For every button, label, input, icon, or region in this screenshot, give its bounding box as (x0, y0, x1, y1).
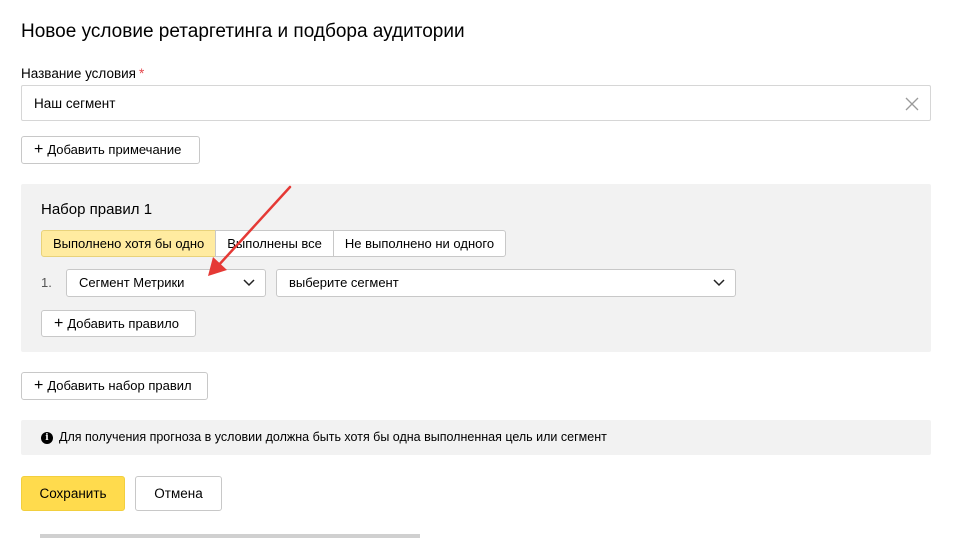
cancel-button[interactable]: Отмена (135, 476, 222, 511)
plus-icon: + (54, 314, 64, 332)
page-title: Новое условие ретаргетинга и подбора ауд… (21, 21, 465, 42)
save-button[interactable]: Сохранить (21, 476, 125, 511)
segment-select[interactable]: выберите сегмент (276, 269, 736, 297)
condition-name-label: Название условия * (21, 66, 144, 82)
add-rule-label: Добавить правило (67, 315, 180, 331)
required-mark: * (139, 66, 145, 81)
plus-icon: + (34, 377, 44, 394)
condition-name-label-text: Название условия (21, 66, 136, 81)
add-rule-button[interactable]: + Добавить правило (41, 310, 196, 337)
chevron-down-icon (713, 279, 725, 287)
annotation-arrow-icon (208, 185, 292, 276)
plus-icon: + (34, 141, 44, 158)
info-text: Для получения прогноза в условии должна … (59, 430, 607, 444)
add-ruleset-label: Добавить набор правил (47, 378, 192, 393)
add-ruleset-button[interactable]: + Добавить набор правил (21, 372, 208, 400)
mode-none[interactable]: Не выполнено ни одного (332, 230, 507, 257)
mode-at-least-one[interactable]: Выполнено хотя бы одно (41, 230, 217, 257)
clear-icon[interactable] (904, 96, 920, 112)
segment-select-placeholder: выберите сегмент (289, 275, 399, 290)
add-note-label: Добавить примечание (47, 142, 182, 157)
ruleset-title: Набор правил 1 (41, 201, 153, 218)
rule-type-value: Сегмент Метрики (79, 275, 185, 290)
add-note-button[interactable]: + Добавить примечание (21, 136, 200, 164)
rule-number: 1. (41, 275, 52, 290)
condition-name-value: Наш сегмент (34, 96, 116, 111)
cutoff-text-decoration (40, 534, 420, 538)
info-icon: i (41, 431, 53, 444)
info-banner: i Для получения прогноза в условии должн… (21, 420, 931, 455)
condition-name-input[interactable]: Наш сегмент (21, 85, 931, 121)
